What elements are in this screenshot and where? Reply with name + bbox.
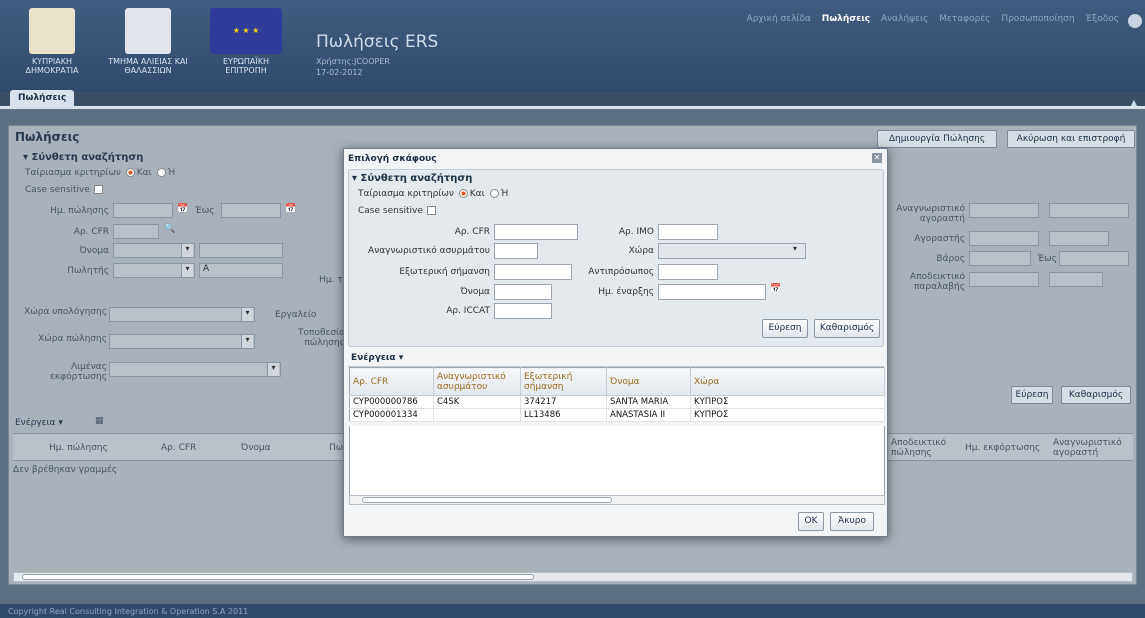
clear-button[interactable]: Καθαρισμός [1061, 386, 1131, 404]
dialog-cancel-button[interactable]: Άκυρο [830, 512, 874, 531]
footer: Copyright Real Consulting Integration & … [0, 604, 1145, 618]
dialog-and-radio[interactable] [458, 189, 468, 198]
select-vessel-dialog: Επιλογή σκάφους ✕ ▾ Σύνθετη αναζήτηση Τα… [343, 148, 888, 537]
buyer-id-input[interactable] [1049, 203, 1129, 218]
dialog-cfr-input[interactable] [494, 224, 578, 240]
cancel-return-button[interactable]: Ακύρωση και επιστροφή [1007, 130, 1135, 148]
nav-sales[interactable]: Πωλήσεις [822, 14, 870, 24]
search-button[interactable]: Εύρεση [1011, 386, 1053, 404]
nav-logout[interactable]: Έξοδος [1085, 14, 1119, 24]
collapse-header-icon[interactable]: ▲ [1131, 98, 1137, 107]
vessel-table: Αρ. CFR Αναγνωριστικό ασυρμάτου Εξωτερικ… [349, 367, 885, 422]
dialog-or-radio[interactable] [489, 189, 499, 198]
buyer-id-select[interactable] [969, 203, 1039, 218]
dialog-radio-id-input[interactable] [494, 243, 538, 259]
dialog-toolbar: Ενέργεια ▾ [348, 349, 884, 367]
dialog-horizontal-scrollbar[interactable] [349, 495, 885, 505]
dialog-case-sensitive: Case sensitive [358, 206, 436, 216]
app-header: ΚΥΠΡΙΑΚΗ ΔΗΜΟΚΡΑΤΙΑ ΤΜΗΜΑ ΑΛΙΕΙΑΣ ΚΑΙ ΘΑ… [0, 0, 1145, 92]
calendar-icon[interactable]: 📅 [285, 204, 296, 214]
dialog-iccat-input[interactable] [494, 303, 552, 319]
name-select[interactable] [113, 243, 195, 258]
name-input[interactable] [199, 243, 283, 258]
and-radio[interactable] [125, 168, 135, 177]
table-row[interactable]: CYP000001334 LL13486 ANASTASIA II ΚΥΠΡΟΣ [349, 408, 885, 422]
dialog-search-header[interactable]: ▾ Σύνθετη αναζήτηση [352, 173, 472, 184]
dialog-match-criteria: Ταίριασμα κριτηρίων Και Ή [358, 189, 509, 199]
help-icon[interactable] [1128, 14, 1142, 28]
fisheries-logo: ΤΜΗΜΑ ΑΛΙΕΙΑΣ ΚΑΙ ΘΑΛΑΣΣΙΩΝ [108, 8, 188, 75]
sale-date-to[interactable] [221, 203, 281, 218]
dialog-case-sensitive-checkbox[interactable] [426, 206, 436, 215]
weight-from[interactable] [969, 251, 1031, 266]
calc-country-select[interactable] [109, 307, 255, 322]
ok-button[interactable]: OK [798, 512, 824, 531]
seller-input[interactable]: A [199, 263, 283, 278]
receipt-input[interactable] [1049, 272, 1103, 287]
cyprus-emblem-icon [29, 8, 75, 54]
col-cfr[interactable]: Αρ. CFR [349, 367, 434, 396]
dialog-representative-input[interactable] [658, 264, 718, 280]
search-section-header[interactable]: ▾ Σύνθετη αναζήτηση [23, 152, 143, 163]
or-radio[interactable] [156, 168, 166, 177]
calendar-icon[interactable]: 📅 [177, 204, 188, 214]
col-ext-mark[interactable]: Εξωτερική σήμανση [520, 367, 607, 396]
unload-port-select[interactable] [109, 362, 281, 377]
export-excel-icon[interactable]: ▦ [95, 416, 104, 426]
match-criteria: Ταίριασμα κριτηρίων Και Ή [25, 168, 176, 178]
actions-menu[interactable]: Ενέργεια ▾ [15, 418, 63, 428]
nav-withdrawals[interactable]: Αναλήψεις [881, 14, 928, 24]
dialog-search-button[interactable]: Εύρεση [762, 319, 808, 338]
main-horizontal-scrollbar[interactable] [13, 572, 1133, 582]
search-icon[interactable]: 🔍 [164, 224, 175, 234]
receipt-select[interactable] [969, 272, 1039, 287]
col-name[interactable]: Όνομα [606, 367, 691, 396]
nav-personalization[interactable]: Προσωποποίηση [1001, 14, 1074, 24]
buyer-select[interactable] [969, 231, 1039, 246]
buyer-input[interactable] [1049, 231, 1109, 246]
col-radio-id[interactable]: Αναγνωριστικό ασυρμάτου [433, 367, 521, 396]
dialog-imo-input[interactable] [658, 224, 718, 240]
nav-home[interactable]: Αρχική σελίδα [747, 14, 811, 24]
page-title: Πωλήσεις [15, 130, 80, 144]
sale-country-select[interactable] [109, 334, 255, 349]
fish-emblem-icon [125, 8, 171, 54]
cfr-input[interactable] [113, 224, 159, 239]
eu-logo: ★ ★ ★ ΕΥΡΩΠΑΪΚΗ ΕΠΙΤΡΟΠΗ [208, 8, 284, 75]
weight-to[interactable] [1059, 251, 1129, 266]
calendar-icon[interactable]: 📅 [770, 284, 781, 294]
tab-sales[interactable]: Πωλήσεις [10, 90, 75, 107]
dialog-actions-menu[interactable]: Ενέργεια ▾ [351, 353, 403, 363]
dialog-country-select[interactable] [658, 243, 806, 259]
dialog-ext-mark-input[interactable] [494, 264, 572, 280]
create-sale-button[interactable]: Δημιουργία Πώλησης [877, 130, 997, 148]
table-empty-area [349, 426, 885, 496]
col-country[interactable]: Χώρα [690, 367, 885, 396]
table-row[interactable]: CYP000000786 C4SK 374217 SANTA MARIA ΚΥΠ… [349, 395, 885, 409]
cyprus-logo: ΚΥΠΡΙΑΚΗ ΔΗΜΟΚΡΑΤΙΑ [22, 8, 82, 75]
dialog-start-date-input[interactable] [658, 284, 766, 300]
nav-transfers[interactable]: Μεταφορές [939, 14, 990, 24]
top-nav: Αρχική σελίδα Πωλήσεις Αναλήψεις Μεταφορ… [739, 14, 1119, 24]
case-sensitive-checkbox[interactable] [93, 185, 103, 194]
eu-flag-icon: ★ ★ ★ [210, 8, 282, 54]
empty-results: Δεν βρέθηκαν γραμμές [13, 465, 118, 475]
seller-select[interactable] [113, 263, 195, 278]
dialog-clear-button[interactable]: Καθαρισμός [814, 319, 880, 338]
dialog-title: Επιλογή σκάφους [348, 154, 437, 164]
case-sensitive: Case sensitive [25, 185, 103, 195]
sale-date-from[interactable] [113, 203, 173, 218]
user-info: Χρήστης:JCOOPER 17-02-2012 [316, 57, 390, 77]
app-title: Πωλήσεις ERS [316, 32, 439, 52]
dialog-name-input[interactable] [494, 284, 552, 300]
close-icon[interactable]: ✕ [872, 153, 882, 163]
